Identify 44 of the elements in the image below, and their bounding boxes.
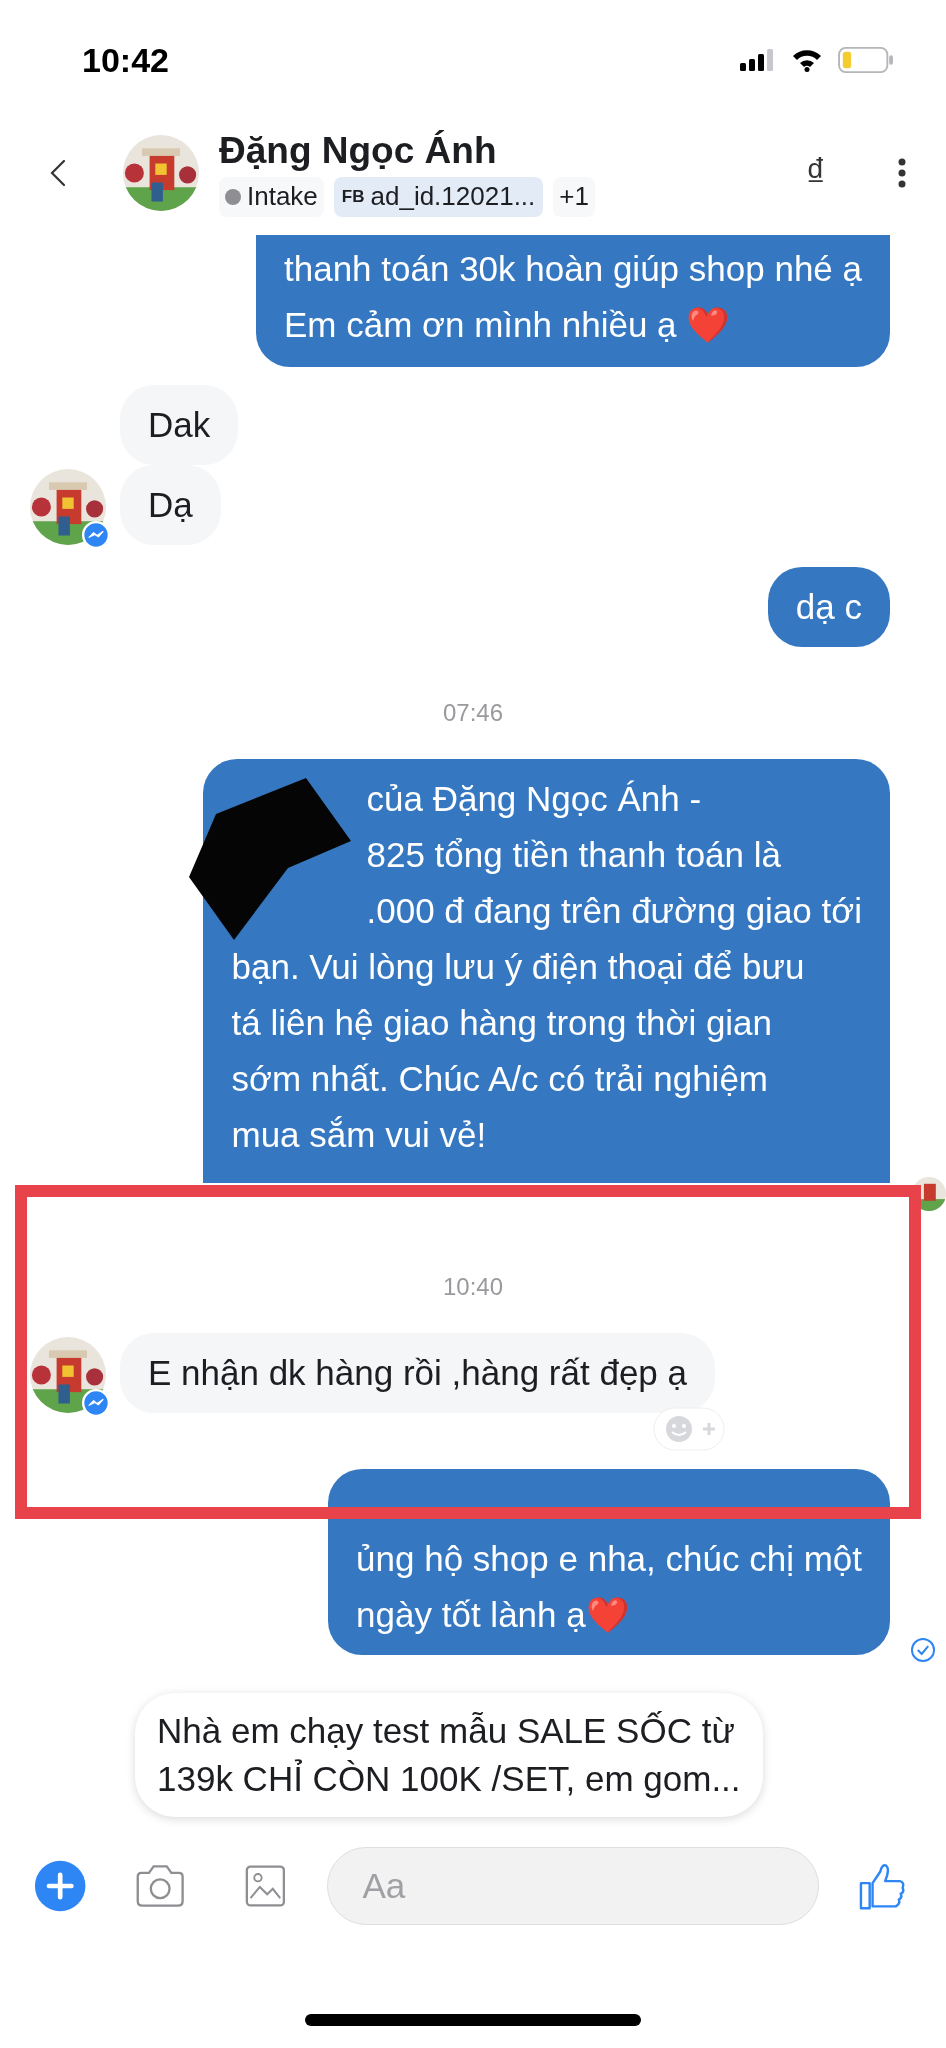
quick-reply-suggestion[interactable]: Nhà em chạy test mẫu SALE SỐC từ 139k CHỈ CÒN 100K /SET, em gom... xyxy=(135,1693,763,1817)
timestamp: 10:40 xyxy=(442,1272,504,1302)
timestamp: 07:46 xyxy=(442,698,504,728)
signal-icon xyxy=(740,49,776,71)
messenger-badge-icon xyxy=(82,1389,110,1417)
message-text: 825 tổng tiền thanh toán là xyxy=(365,834,782,876)
sent-message-bubble[interactable]: ủng hộ shop e nha, chúc chị một ngày tốt lành ạ❤ xyxy=(328,1469,890,1655)
seen-check-icon xyxy=(910,1637,936,1663)
message-text: thanh toán 30k hoàn giúp shop nhé ạ xyxy=(284,248,862,290)
message-text: Em cảm ơn mình nhiều ạ ❤ xyxy=(284,304,732,346)
back-icon[interactable] xyxy=(50,158,66,187)
currency-button[interactable]: ₫ xyxy=(805,142,826,203)
messenger-badge-icon xyxy=(82,521,110,549)
message-text: tá liên hệ giao hàng trong thời gian xyxy=(231,1002,774,1044)
status-tag[interactable]: Intake xyxy=(219,176,324,217)
contact-name: Đặng Ngọc Ánh xyxy=(219,128,498,173)
camera-icon[interactable] xyxy=(134,1863,187,1909)
status-label: Intake xyxy=(247,180,318,213)
thumbs-up-icon[interactable] xyxy=(859,1861,906,1911)
ad-id-label: ad_id.12021... xyxy=(370,180,536,213)
source-prefix: FB xyxy=(341,185,365,208)
received-message-bubble[interactable]: E nhận dk hàng rồi ,hàng rất đẹp ạ xyxy=(120,1333,715,1413)
message-input-field[interactable]: Aa xyxy=(327,1847,820,1925)
received-message-bubble[interactable]: Dak xyxy=(120,385,239,465)
more-options-icon[interactable] xyxy=(898,157,906,188)
sent-message-bubble[interactable]: thanh toán 30k hoàn giúp shop nhé ạ Em cảm ơn mình nhiều ạ ❤ xyxy=(256,235,890,367)
message-input[interactable]: Aa xyxy=(362,1859,814,1913)
image-icon[interactable] xyxy=(244,1863,286,1909)
message-text: sớm nhất. Chúc A/c có trải nghiệm xyxy=(231,1058,769,1100)
message-text: .000 đ đang trên đường giao tới xyxy=(365,890,862,932)
clock-time: 10:42 xyxy=(82,39,169,81)
add-icon[interactable] xyxy=(34,1859,87,1913)
sent-message-bubble[interactable] xyxy=(203,759,890,1183)
battery-icon xyxy=(838,47,894,73)
message-text: dạ c xyxy=(795,586,862,628)
message-text: mua sắm vui vẻ! xyxy=(231,1114,488,1156)
received-message-bubble[interactable]: Dạ xyxy=(120,465,221,545)
more-tags-count[interactable]: +1 xyxy=(553,176,595,217)
message-text: của Đặng Ngọc Ánh - xyxy=(365,778,703,820)
message-text: bạn. Vui lòng lưu ý điện thoại để bưu xyxy=(231,946,806,988)
ad-tag[interactable]: FB ad_id.12021... xyxy=(333,176,544,217)
sent-message-bubble[interactable]: dạ c xyxy=(767,567,890,647)
message-text: ngày tốt lành ạ❤ xyxy=(356,1594,631,1636)
message-text: ủng hộ shop e nha, chúc chị một xyxy=(356,1538,862,1580)
